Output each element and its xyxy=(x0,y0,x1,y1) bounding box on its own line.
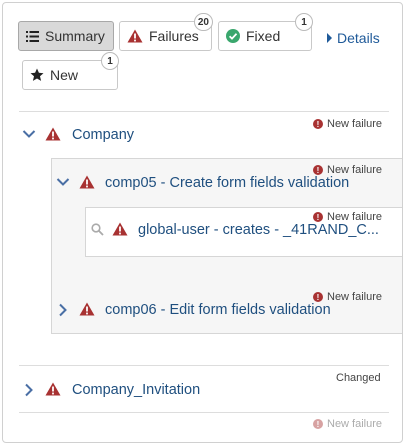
new-count-badge: 1 xyxy=(101,52,119,70)
new-label: New xyxy=(50,67,79,83)
tree-item-global-user[interactable]: global-user - creates - _41RAND_C... xyxy=(138,222,379,238)
status-company-invitation: Changed xyxy=(336,372,381,384)
star-icon xyxy=(30,68,44,82)
search-icon[interactable] xyxy=(91,223,104,236)
summary-label: Summary xyxy=(45,28,105,44)
failures-count-badge: 20 xyxy=(193,13,213,31)
warning-icon xyxy=(45,382,61,396)
error-dot-icon: ! xyxy=(313,119,323,129)
toolbar-divider xyxy=(19,111,389,112)
status-next-row: ! New failure xyxy=(313,418,382,430)
chevron-down-icon[interactable] xyxy=(56,177,70,187)
summary-button[interactable]: Summary xyxy=(18,21,114,51)
chevron-right-icon[interactable] xyxy=(58,303,68,317)
group-divider xyxy=(19,365,389,366)
warning-icon xyxy=(127,29,143,43)
warning-icon xyxy=(112,222,128,236)
error-dot-icon: ! xyxy=(313,165,323,175)
tree-item-comp05[interactable]: comp05 - Create form fields validation xyxy=(105,175,349,191)
warning-icon xyxy=(79,302,95,316)
failures-button[interactable]: Failures 20 xyxy=(119,13,213,51)
new-button[interactable]: New 1 xyxy=(22,52,119,90)
error-dot-icon: ! xyxy=(313,419,323,429)
warning-icon xyxy=(45,127,61,141)
fixed-label: Fixed xyxy=(246,28,281,44)
chevron-right-icon[interactable] xyxy=(24,383,34,397)
error-dot-icon: ! xyxy=(313,292,323,302)
caret-right-icon xyxy=(327,33,332,43)
check-circle-icon xyxy=(226,29,240,43)
row-divider xyxy=(19,412,389,413)
tree-item-company[interactable]: Company xyxy=(72,127,134,143)
status-company: ! New failure xyxy=(313,118,382,130)
details-label: Details xyxy=(337,30,380,46)
tree-item-comp06[interactable]: comp06 - Edit form fields validation xyxy=(105,302,331,318)
details-toggle[interactable]: Details xyxy=(327,30,380,46)
test-results-panel: Summary Failures 20 Fixed 1 Details New … xyxy=(2,2,403,443)
warning-icon xyxy=(79,175,95,189)
fixed-count-badge: 1 xyxy=(295,13,313,31)
error-dot-icon: ! xyxy=(313,212,323,222)
fixed-button[interactable]: Fixed 1 xyxy=(218,13,313,51)
failures-label: Failures xyxy=(149,28,199,44)
list-icon xyxy=(26,30,39,42)
chevron-down-icon[interactable] xyxy=(22,129,36,139)
tree-item-company-invitation[interactable]: Company_Invitation xyxy=(72,382,200,398)
